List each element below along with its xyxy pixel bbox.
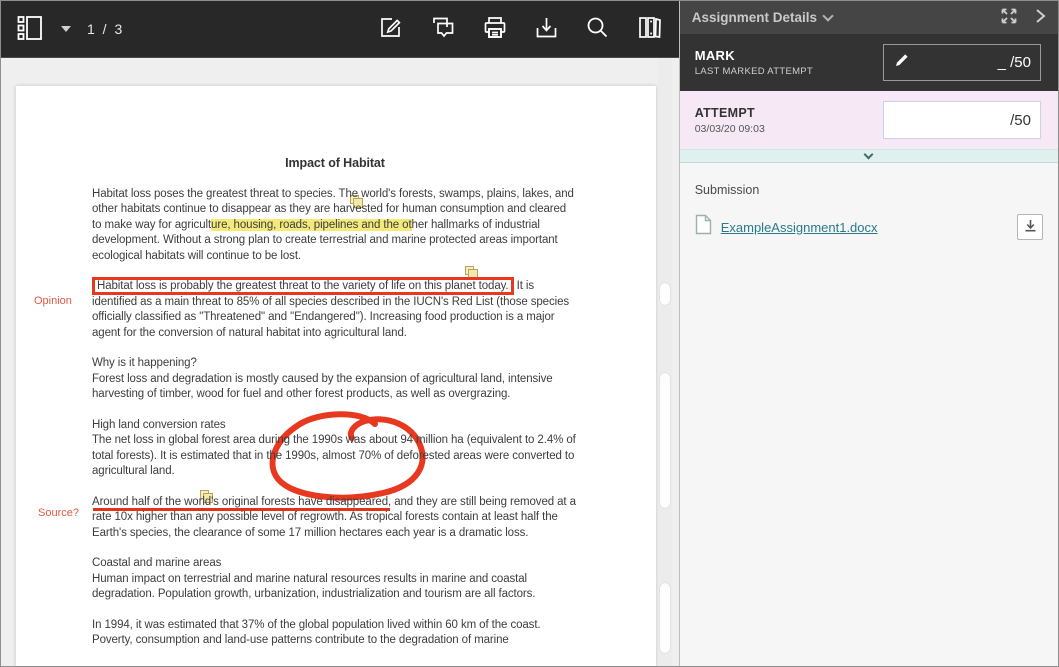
paragraph-text: Human impact on terrestrial and marine n…: [92, 572, 578, 603]
download-button[interactable]: [532, 13, 561, 45]
download-icon: [534, 15, 559, 43]
paragraph-heading: Why is it happening?: [92, 356, 578, 372]
submission-label: Submission: [695, 183, 1043, 197]
assignment-details-panel: Assignment Details: [679, 1, 1058, 666]
yellow-highlight: ure, housing, roads, pipelines and the o…: [211, 219, 412, 231]
document-page: Opinion Source? Impact of Habitat Habita…: [16, 86, 656, 666]
red-underline-annotation: Around half of the world's original fore…: [92, 496, 391, 508]
attempt-date: 03/03/20 09:03: [695, 123, 765, 135]
paragraph-3: Why is it happening? Forest loss and deg…: [92, 356, 578, 403]
paragraph-4: High land conversion rates The net loss …: [92, 418, 578, 480]
mark-grade-box[interactable]: _ /50: [883, 44, 1041, 81]
caret-down-icon: [61, 26, 71, 32]
search-icon: [585, 15, 610, 43]
mark-value: _ /50: [998, 54, 1031, 71]
mark-sublabel: LAST MARKED ATTEMPT: [695, 66, 813, 77]
submission-file-link[interactable]: ExampleAssignment1.docx: [721, 220, 878, 235]
mark-label: MARK: [695, 48, 813, 63]
print-icon: [482, 15, 508, 43]
paragraph-5: Around half of the world's original fore…: [92, 495, 578, 542]
panel-header: Assignment Details: [680, 1, 1058, 34]
comments-button[interactable]: [428, 13, 458, 45]
file-download-icon: [1024, 219, 1037, 235]
annotate-button[interactable]: [377, 13, 406, 45]
print-button[interactable]: [480, 13, 510, 45]
viewer-scrollbar[interactable]: [658, 58, 672, 666]
document-title: Impact of Habitat: [92, 156, 578, 172]
annotate-icon: [379, 15, 404, 43]
paragraph-heading: Coastal and marine areas: [92, 556, 578, 572]
collapse-panel-button[interactable]: [1034, 7, 1046, 28]
paragraph-7: In 1994, it was estimated that 37% of th…: [92, 618, 578, 649]
margin-annotation-opinion: Opinion: [34, 295, 72, 307]
submission-file-row: ExampleAssignment1.docx: [695, 214, 1043, 240]
chevron-right-icon: [1034, 7, 1046, 28]
paragraph-6: Coastal and marine areas Human impact on…: [92, 556, 578, 603]
scrollbar-thumb[interactable]: [660, 373, 670, 508]
page-indicator: 1 / 3: [87, 21, 124, 37]
thumbnails-toggle-button[interactable]: [15, 12, 45, 47]
document-viewer: 1 / 3: [1, 1, 679, 666]
red-box-annotation: Habitat loss is probably the greatest th…: [92, 277, 514, 295]
view-mode-dropdown[interactable]: [59, 24, 73, 34]
paragraph-heading: High land conversion rates: [92, 418, 578, 434]
attempt-grade-total: /50: [1010, 112, 1031, 129]
thumbnails-icon: [17, 14, 43, 45]
paragraph-text: Forest loss and degradation is mostly ca…: [92, 372, 578, 403]
document-canvas: Opinion Source? Impact of Habitat Habita…: [1, 58, 679, 666]
attempt-section: ATTEMPT 03/03/20 09:03 /50: [680, 91, 1058, 149]
file-icon: [695, 214, 712, 240]
chevron-down-icon[interactable]: [822, 10, 833, 21]
mark-section: MARK LAST MARKED ATTEMPT _ /50: [680, 34, 1058, 91]
chevron-down-icon: [864, 149, 874, 159]
library-icon: [636, 15, 663, 43]
margin-annotation-source: Source?: [38, 507, 79, 519]
attempt-label: ATTEMPT: [695, 106, 765, 120]
paragraph-2: Habitat loss is probably the greatest th…: [92, 279, 578, 341]
viewer-toolbar: 1 / 3: [1, 1, 679, 58]
scrollbar-mark: [660, 583, 670, 653]
search-button[interactable]: [583, 13, 612, 45]
paragraph-1: Habitat loss poses the greatest threat t…: [92, 187, 578, 265]
pencil-icon: [893, 52, 910, 74]
comments-icon: [430, 15, 456, 43]
content-library-button[interactable]: [634, 13, 665, 45]
scrollbar-mark: [660, 283, 670, 305]
paragraph-text: In 1994, it was estimated that 37% of th…: [92, 618, 578, 649]
attempt-grade-input[interactable]: /50: [883, 101, 1041, 139]
submission-section: Submission ExampleAssignment1.docx: [680, 163, 1058, 666]
file-download-button[interactable]: [1017, 214, 1043, 240]
marking-window: 1 / 3: [0, 0, 1059, 667]
document-text: Impact of Habitat Habitat loss poses the…: [92, 156, 578, 664]
fullscreen-button[interactable]: [1000, 7, 1018, 28]
panel-title[interactable]: Assignment Details: [692, 10, 817, 25]
paragraph-text: The net loss in global forest area durin…: [92, 433, 578, 480]
collapse-grades-strip[interactable]: [680, 149, 1058, 163]
expand-icon: [1000, 7, 1018, 28]
